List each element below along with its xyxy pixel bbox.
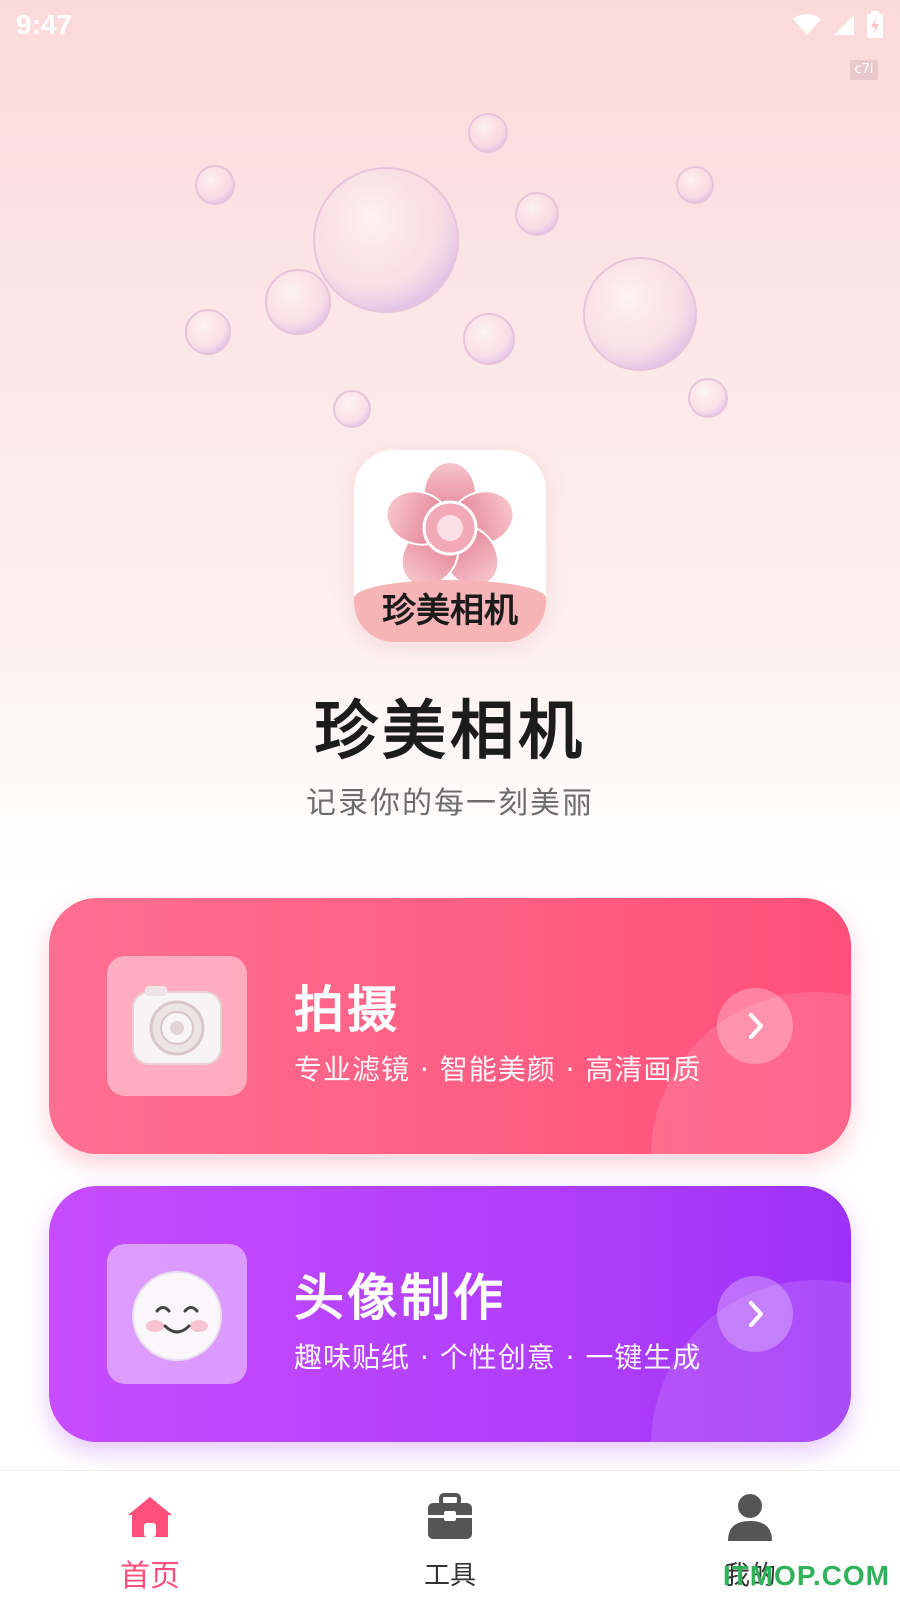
card-thumbnail bbox=[107, 1244, 247, 1384]
chevron-right-icon bbox=[749, 1301, 763, 1327]
shoot-card-title: 拍摄 bbox=[294, 981, 400, 1039]
app-title: 珍美相机 bbox=[314, 695, 586, 769]
tab-home-label: 首页 bbox=[120, 1559, 180, 1594]
chevron-right-icon bbox=[749, 1013, 763, 1039]
tab-tools-label: 工具 bbox=[423, 1561, 476, 1591]
avatar-card-title: 头像制作 bbox=[294, 1269, 506, 1327]
app-logo-text: 珍美相机 bbox=[382, 591, 518, 631]
avatar-arrow-button[interactable] bbox=[717, 1276, 793, 1352]
smiley-face-icon bbox=[132, 1271, 222, 1361]
card-thumbnail bbox=[107, 956, 247, 1096]
user-icon bbox=[728, 1494, 772, 1541]
shoot-card-subtitle: 专业滤镜 · 智能美颜 · 高清画质 bbox=[294, 1053, 702, 1086]
toolbox-icon bbox=[428, 1493, 472, 1539]
camera-icon bbox=[132, 986, 222, 1065]
app-slogan: 记录你的每一刻美丽 bbox=[306, 786, 594, 821]
avatar-maker-card[interactable]: 头像制作 趣味贴纸 · 个性创意 · 一键生成 bbox=[49, 1186, 851, 1442]
avatar-card-subtitle: 趣味贴纸 · 个性创意 · 一键生成 bbox=[294, 1341, 702, 1374]
tab-home[interactable]: 首页 bbox=[0, 1471, 300, 1600]
home-icon bbox=[128, 1497, 172, 1537]
shoot-arrow-button[interactable] bbox=[717, 988, 793, 1064]
app-logo: 珍美相机 bbox=[354, 450, 546, 642]
site-watermark: ITMOP.COM bbox=[722, 1560, 890, 1591]
bubbles-decoration bbox=[185, 113, 728, 428]
tab-tools[interactable]: 工具 bbox=[300, 1471, 600, 1600]
shoot-card[interactable]: 拍摄 专业滤镜 · 智能美颜 · 高清画质 bbox=[49, 898, 851, 1154]
flower-icon bbox=[385, 461, 515, 588]
